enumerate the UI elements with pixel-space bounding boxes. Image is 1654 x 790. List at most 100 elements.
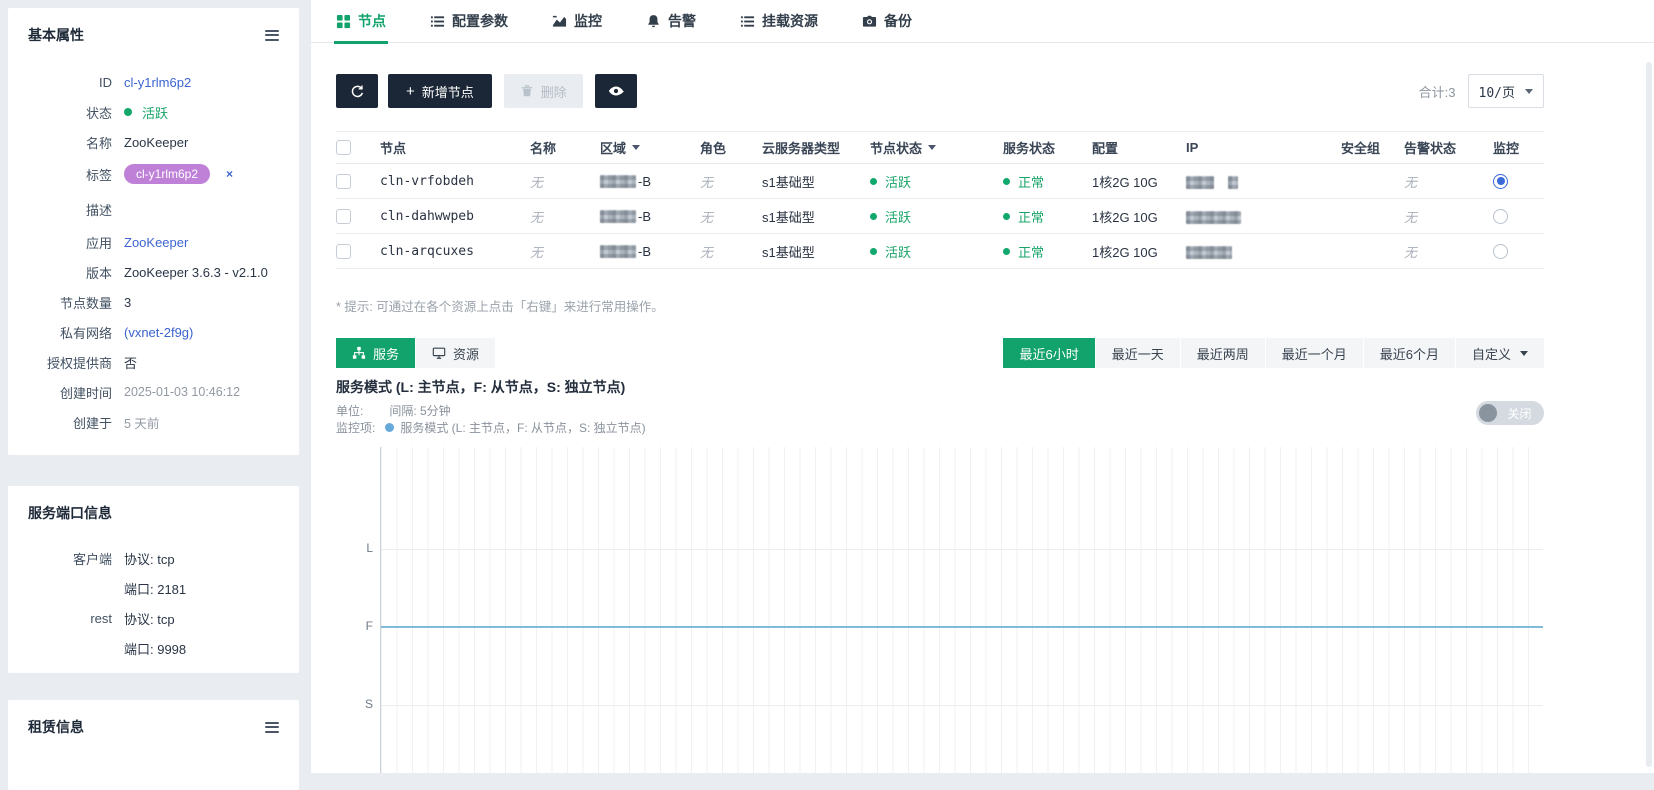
interval-label: 间隔: 5分钟 — [389, 404, 451, 418]
remove-tag-icon[interactable]: × — [226, 167, 233, 181]
y-tick-L: L — [366, 541, 373, 555]
sort-region-icon[interactable] — [632, 145, 641, 150]
field-status: 状态 活跃 — [8, 97, 299, 127]
select-all-checkbox[interactable] — [336, 140, 351, 155]
legend-series-label: 服务模式 (L: 主节点，F: 从节点，S: 独立节点) — [400, 421, 646, 435]
camera-icon — [862, 15, 877, 27]
chevron-down-icon — [1520, 350, 1528, 356]
lease-info-panel: 租赁信息 — [8, 700, 299, 790]
redacted-ip — [1186, 245, 1232, 259]
row-checkbox[interactable] — [336, 173, 351, 189]
tab-nodes[interactable]: 节点 — [334, 0, 388, 44]
tab-alerts[interactable]: 告警 — [646, 0, 696, 43]
created-time-value: 2025-01-03 10:46:12 — [124, 385, 241, 399]
view-resource-button[interactable]: 资源 — [416, 338, 496, 368]
service-ports-panel: 服务端口信息 客户端 协议: tcp 端口: 2181 rest 协议: tcp… — [8, 486, 299, 673]
trash-icon — [521, 85, 533, 97]
table-row[interactable]: cln-vrfobdeh 无 -B 无 s1基础型 活跃 正常 1核2G 10G… — [336, 164, 1544, 199]
node-count-value: 3 — [124, 294, 132, 310]
vxnet-link[interactable]: (vxnet-2f9g) — [124, 325, 193, 340]
add-node-button[interactable]: + 新增节点 — [388, 74, 492, 108]
eye-icon — [608, 86, 624, 96]
tag-pill[interactable]: cl-y1rlm6p2 — [124, 164, 211, 184]
active-tab-underline — [334, 40, 388, 44]
view-switch: 服务 资源 — [336, 338, 496, 368]
series-line — [381, 626, 1543, 628]
status-text: 活跃 — [142, 105, 169, 121]
y-tick-S: S — [364, 697, 373, 711]
chart-toggle-off[interactable]: 关闭 — [1476, 401, 1544, 425]
monitor-radio[interactable] — [1493, 208, 1508, 224]
delete-button[interactable]: 删除 — [503, 74, 583, 108]
area-chart-icon — [552, 15, 567, 27]
node-toolbar: + 新增节点 删除 合计:3 10/页 — [336, 74, 1544, 108]
redacted-ip — [1186, 175, 1214, 189]
panel-menu-icon[interactable] — [265, 29, 279, 41]
panel-title: 租赁信息 — [28, 719, 84, 735]
tab-monitoring[interactable]: 监控 — [552, 0, 602, 43]
legend-dot-icon — [385, 423, 395, 432]
range-6h-button[interactable]: 最近6小时 — [1003, 338, 1095, 368]
tab-mounted-resources[interactable]: 挂载资源 — [740, 0, 818, 43]
basic-properties-panel: 基本属性 ID cl-y1rlm6p2 状态 活跃 名称 ZooKeeper 标… — [8, 8, 299, 455]
page-size-select[interactable]: 10/页 — [1467, 74, 1544, 108]
field-created-ago: 创建于 5 天前 — [8, 407, 299, 437]
row-checkbox[interactable] — [336, 208, 351, 224]
right-click-tip: * 提示: 可通过在各个资源上点击「右键」来进行常用操作。 — [336, 300, 664, 314]
panel-menu-icon[interactable] — [265, 721, 279, 733]
table-header: 节点 名称 区域 角色 云服务器类型 节点状态 服务状态 配置 IP 安全组 告… — [336, 131, 1544, 164]
refresh-icon — [351, 85, 363, 97]
range-1d-button[interactable]: 最近一天 — [1095, 338, 1180, 368]
field-provider: 授权提供商 否 — [8, 347, 299, 377]
panel-title: 基本属性 — [28, 27, 84, 43]
view-service-button[interactable]: 服务 — [336, 338, 416, 368]
redacted-region — [600, 209, 636, 223]
cluster-id-link[interactable]: cl-y1rlm6p2 — [124, 75, 191, 90]
chart-meta: 单位: 间隔: 5分钟 — [336, 404, 451, 418]
vertical-scrollbar[interactable] — [1646, 62, 1652, 767]
range-2w-button[interactable]: 最近两周 — [1180, 338, 1265, 368]
node-id[interactable]: cln-arqcuxes — [380, 244, 530, 259]
range-custom-button[interactable]: 自定义 — [1455, 338, 1544, 368]
table-row[interactable]: cln-arqcuxes 无 -B 无 s1基础型 活跃 正常 1核2G 10G… — [336, 234, 1544, 269]
nodes-table: 节点 名称 区域 角色 云服务器类型 节点状态 服务状态 配置 IP 安全组 告… — [336, 131, 1544, 269]
redacted-region — [600, 174, 636, 188]
panel-title: 服务端口信息 — [28, 505, 112, 521]
chevron-down-icon — [1525, 88, 1533, 94]
status-dot — [124, 108, 132, 116]
status-dot — [1003, 212, 1010, 220]
sort-node-status-icon[interactable] — [928, 145, 937, 150]
provider-value: 否 — [124, 355, 138, 371]
main-content: 节点 配置参数 监控 告警 挂载资源 备份 + 新增节点 删除 合计:3 10/… — [311, 0, 1654, 773]
field-tag: 标签 cl-y1rlm6p2 × — [8, 157, 299, 191]
row-checkbox[interactable] — [336, 243, 351, 259]
port-row: 客户端 协议: tcp — [72, 551, 175, 567]
version-value: ZooKeeper 3.6.3 - v2.1.0 — [124, 264, 268, 280]
created-ago-value: 5 天前 — [124, 416, 160, 431]
tab-config-params[interactable]: 配置参数 — [430, 0, 508, 43]
field-name: 名称 ZooKeeper — [85, 134, 189, 151]
node-id[interactable]: cln-dahwwpeb — [380, 209, 530, 224]
table-row[interactable]: cln-dahwwpeb 无 -B 无 s1基础型 活跃 正常 1核2G 10G… — [336, 199, 1544, 234]
gridline — [381, 549, 1543, 550]
status-dot — [1003, 247, 1010, 255]
refresh-button[interactable] — [336, 74, 378, 108]
chart-title: 服务模式 (L: 主节点，F: 从节点，S: 独立节点) — [336, 379, 626, 395]
tab-backup[interactable]: 备份 — [862, 0, 912, 43]
range-6m-button[interactable]: 最近6个月 — [1363, 338, 1455, 368]
app-link[interactable]: ZooKeeper — [124, 235, 188, 250]
field-created-time: 创建时间 2025-01-03 10:46:12 — [59, 385, 241, 401]
chart-legend: 监控项: 服务模式 (L: 主节点，F: 从节点，S: 独立节点) — [336, 421, 646, 435]
node-id[interactable]: cln-vrfobdeh — [380, 174, 530, 189]
gridline — [381, 705, 1543, 706]
view-columns-button[interactable] — [594, 74, 637, 108]
monitor-radio[interactable] — [1493, 243, 1508, 259]
sitemap-icon — [352, 346, 366, 359]
redacted-region — [600, 244, 636, 258]
plus-icon: + — [406, 82, 415, 100]
field-description: 描述 — [85, 202, 112, 218]
field-node-count: 节点数量 3 — [59, 294, 132, 311]
range-1m-button[interactable]: 最近一个月 — [1265, 338, 1363, 368]
field-vxnet: 私有网络 (vxnet-2f9g) — [59, 324, 194, 341]
monitor-radio[interactable] — [1493, 173, 1508, 189]
